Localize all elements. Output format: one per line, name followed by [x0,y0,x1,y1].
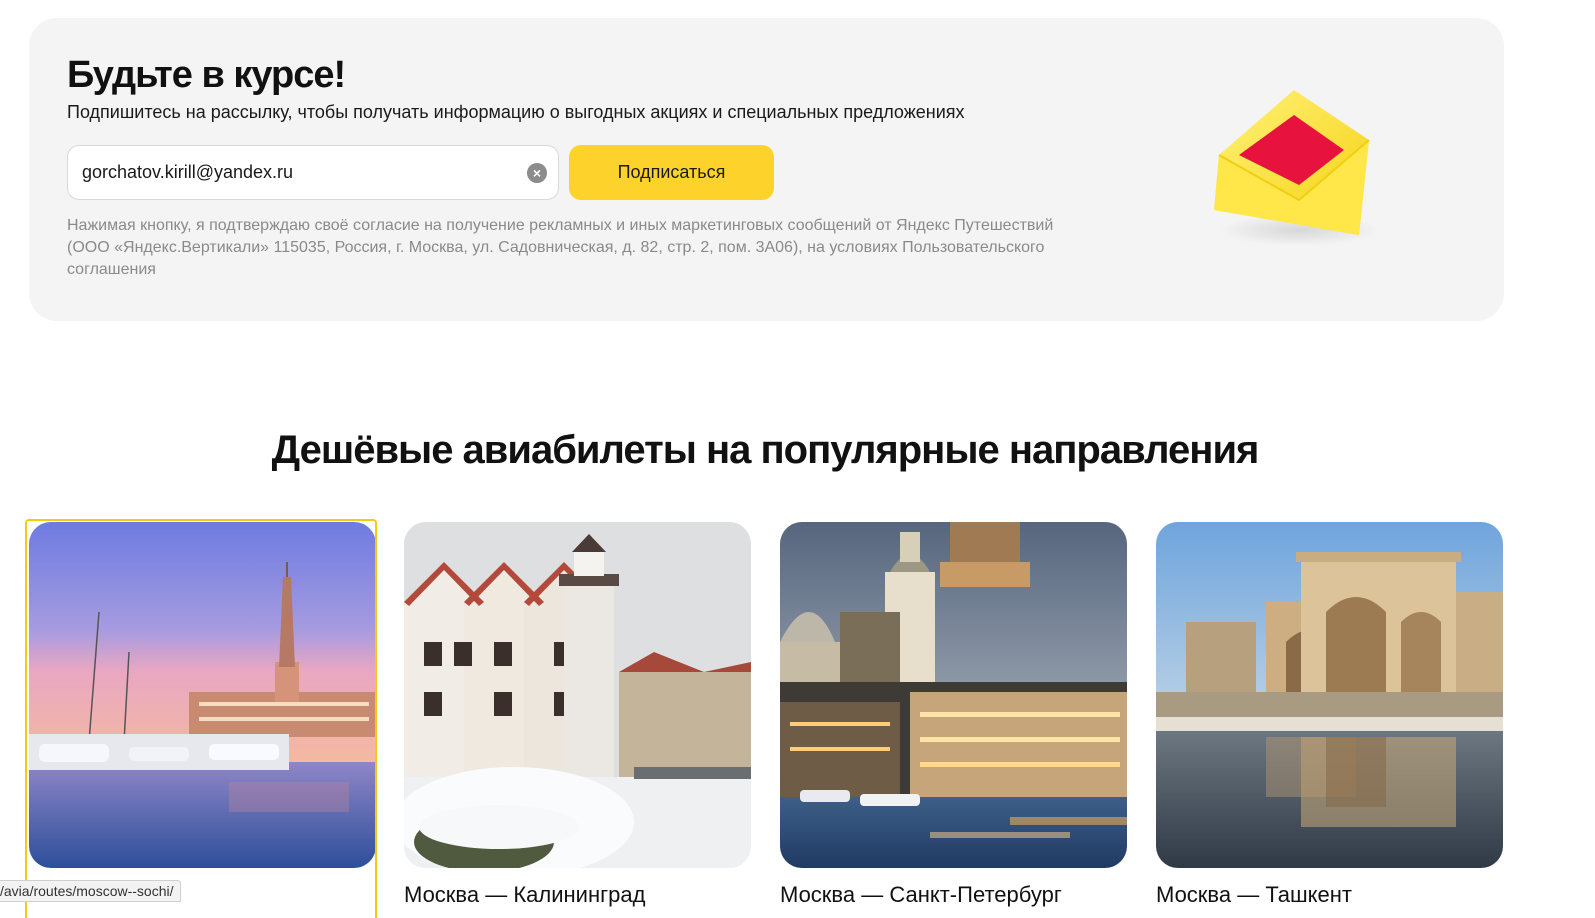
saint-petersburg-embankment-image [780,522,1127,868]
subscribe-button[interactable]: Подписаться [569,145,774,200]
route-caption[interactable]: Москва — Ташкент [1156,882,1352,908]
sochi-sea-port-image [29,522,376,868]
clear-icon[interactable]: × [527,163,547,183]
subscribe-panel: Будьте в курсе! Подпишитесь на рассылку,… [29,18,1504,321]
subscribe-description: Подпишитесь на рассылку, чтобы получать … [67,102,965,122]
route-card-tashkent[interactable]: Москва — Ташкент [1156,522,1503,907]
subscribe-title: Будьте в курсе! [67,54,346,96]
envelope-icon [1199,80,1379,250]
route-caption[interactable]: Москва — Калининград [404,882,645,908]
page: Будьте в курсе! Подпишитесь на рассылку,… [0,0,1595,918]
email-field-wrapper: × [67,145,559,200]
kaliningrad-fishing-village-image [404,522,751,868]
consent-disclaimer: Нажимая кнопку, я подтверждаю своё согла… [67,217,1054,278]
route-card-saint-petersburg[interactable]: Москва — Санкт-Петербург [780,522,1127,907]
uzbekistan-madrasah-image [1156,522,1503,868]
popular-directions-title: Дешёвые авиабилеты на популярные направл… [271,428,1260,472]
email-field[interactable] [82,146,512,199]
status-bar-url: /avia/routes/moscow--sochi/ [0,880,181,902]
route-card-sochi[interactable] [29,522,376,868]
route-caption[interactable]: Москва — Санкт-Петербург [780,882,1062,908]
route-card-kaliningrad[interactable]: Москва — Калининград [404,522,751,907]
